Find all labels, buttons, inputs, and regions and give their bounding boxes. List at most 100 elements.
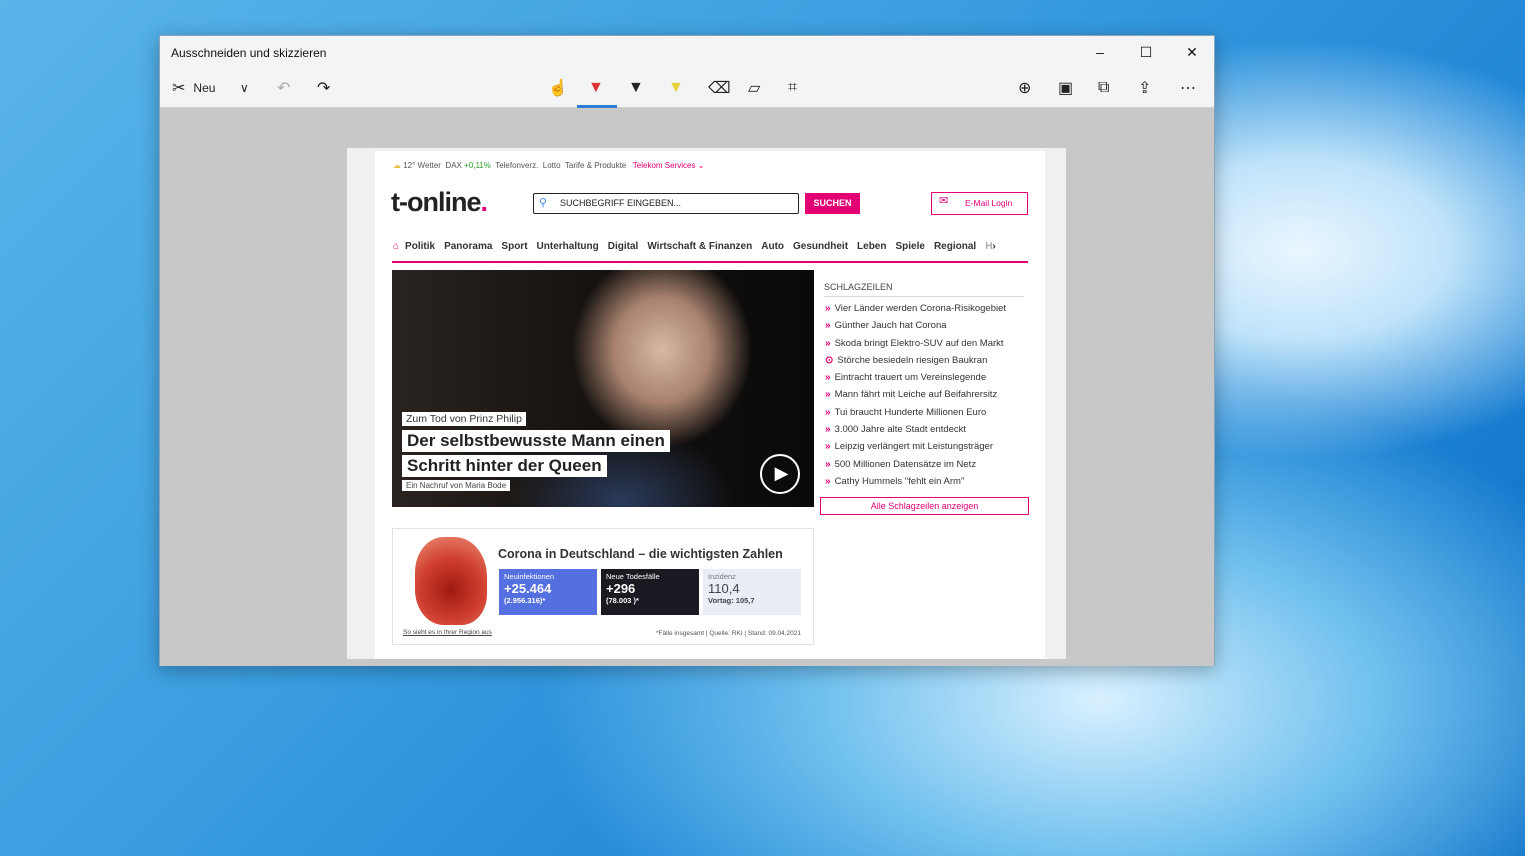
headline-item[interactable]: » Eintracht trauert um Vereinslegende [825,372,1006,389]
nav-item[interactable]: Leben [857,241,886,252]
nav-item[interactable]: Unterhaltung [537,241,599,252]
toolbar: ✂ Neu ∨ ↶ ↷ ☝ ▼ ▼ ▼ ⌫ ▱ ⌗ ⊕ ▣ ⧉ ⇪ ⋯ [160,68,1214,108]
headline-text: Tui braucht Hunderte Millionen Euro [834,406,987,418]
main-nav: ⌂ Politik Panorama Sport Unterhaltung Digital… [393,241,1029,252]
corona-widget: So sieht es in Ihrer Region aus Corona i… [392,528,814,645]
germany-map[interactable] [415,537,487,625]
corona-title: Corona in Deutschland – die wichtigsten … [498,547,783,561]
nav-item[interactable]: Wirtschaft & Finanzen [647,241,752,252]
double-chevron-icon: » [825,424,831,436]
headlines-title: SCHLAGZEILEN [824,282,893,292]
topbar-link[interactable]: Telefonverz. [495,161,538,170]
headline-text: 3.000 Jahre alte Stadt entdeckt [834,424,967,436]
stat-new-deaths: Neue Todesfälle +296 (78.003 )* [601,569,699,615]
copy-icon[interactable]: ⧉ [1098,76,1109,100]
title-bar: Ausschneiden und skizzieren – ☐ ✕ [160,36,1214,68]
hero-image[interactable]: Zum Tod von Prinz Philip Der selbstbewus… [392,270,814,507]
headline-item[interactable]: » Günther Jauch hat Corona [825,320,1006,337]
dax-value: +0,11% [464,161,491,170]
topbar-link[interactable]: Lotto [543,161,561,170]
pencil-icon[interactable]: ▼ [628,76,644,100]
search-button[interactable]: SUCHEN [805,193,860,214]
ruler-icon[interactable]: ▱ [748,76,760,100]
mail-icon: ✉ [939,195,949,207]
headline-item[interactable]: » Skoda bringt Elektro-SUV auf den Markt [825,338,1006,355]
headline-text: Günther Jauch hat Corona [834,320,947,332]
headline-text: Skoda bringt Elektro-SUV auf den Markt [834,337,1004,349]
double-chevron-icon: » [825,337,831,349]
nav-item[interactable]: Politik [405,241,435,252]
double-chevron-icon: » [825,303,831,314]
nav-item[interactable]: Spiele [895,241,924,252]
new-snip-button[interactable]: ✂ Neu [172,76,215,100]
dax-label[interactable]: DAX [445,161,461,170]
hero-title-line2[interactable]: Schritt hinter der Queen [402,455,607,477]
headline-item[interactable]: » 500 Millionen Datensätze im Netz [825,459,1006,476]
headlines-list: » Vier Länder werden Corona-Risikogebiet»… [825,303,1006,493]
headline-item[interactable]: ⊙ Störche besiedeln riesigen Baukran [825,355,1006,372]
ballpoint-pen-icon[interactable]: ▼ [588,76,604,100]
weather-icon: ☁ [393,161,401,170]
eraser-icon[interactable]: ⌫ [708,76,731,100]
hero-title-line1[interactable]: Der selbstbewusste Mann einen [402,430,670,452]
logo[interactable]: t-online. [391,187,488,218]
highlighter-icon[interactable]: ▼ [668,76,684,100]
close-button[interactable]: ✕ [1169,36,1215,68]
double-chevron-icon: » [825,389,831,401]
snip-sketch-window: Ausschneiden und skizzieren – ☐ ✕ ✂ Neu ∨… [159,35,1215,666]
headline-item[interactable]: » Cathy Hummels "fehlt ein Arm" [825,476,1006,493]
headline-text: Cathy Hummels "fehlt ein Arm" [834,475,965,487]
double-chevron-icon: » [825,372,831,384]
more-button[interactable]: ⋯ [1180,76,1196,100]
chevron-down-icon[interactable]: ∨ [240,76,249,100]
headline-item[interactable]: » Tui braucht Hunderte Millionen Euro [825,407,1006,424]
search-input[interactable]: SUCHBEGRIFF EINGEBEN... [533,193,799,214]
headline-text: Leipzig verlängert mit Leistungsträger [834,441,993,453]
window-title: Ausschneiden und skizzieren [171,46,327,60]
zoom-icon[interactable]: ⊕ [1018,76,1031,100]
double-chevron-icon: » [825,320,831,332]
double-chevron-icon: » [825,441,831,453]
headline-item[interactable]: » Leipzig verlängert mit Leistungsträger [825,441,1006,458]
play-icon[interactable]: ▶ [760,454,800,494]
region-map-link[interactable]: So sieht es in Ihrer Region aus [403,629,492,636]
share-icon[interactable]: ⇪ [1138,76,1151,100]
corona-source: *Fälle insgesamt | Quelle: RKI | Stand: … [655,630,801,637]
redo-icon[interactable]: ↷ [317,76,330,100]
headline-text: 500 Millionen Datensätze im Netz [834,458,977,470]
chevron-right-icon[interactable]: › [992,241,995,252]
headline-item[interactable]: » Vier Länder werden Corona-Risikogebiet [825,303,1006,320]
topbar-link[interactable]: Tarife & Produkte [565,161,626,170]
snip-icon: ✂ [172,80,186,97]
screenshot-image: ☁ 12° Wetter DAX +0,11% Telefonverz. Lot… [347,148,1066,659]
all-headlines-button[interactable]: Alle Schlagzeilen anzeigen [820,497,1029,515]
home-icon[interactable]: ⌂ [393,241,399,252]
nav-item[interactable]: Auto [761,241,784,252]
search-icon: ⚲ [539,197,548,209]
nav-item[interactable]: Sport [501,241,527,252]
telekom-services-link[interactable]: Telekom Services [633,161,696,170]
nav-item[interactable]: Regional [934,241,976,252]
headline-item[interactable]: » Mann fährt mit Leiche auf Beifahrersitz [825,389,1006,406]
headline-item[interactable]: » 3.000 Jahre alte Stadt entdeckt [825,424,1006,441]
headline-text: Mann fährt mit Leiche auf Beifahrersitz [834,389,998,401]
video-icon: ⊙ [825,354,834,366]
double-chevron-icon: » [825,458,831,470]
nav-item[interactable]: Digital [608,241,639,252]
weather-link[interactable]: 12° Wetter [403,161,441,170]
headline-text: Störche besiedeln riesigen Baukran [837,354,988,366]
headline-text: Vier Länder werden Corona-Risikogebiet [834,303,1007,314]
double-chevron-icon: » [825,406,831,418]
undo-icon[interactable]: ↶ [277,76,290,100]
nav-underline [392,261,1028,263]
nav-item[interactable]: Gesundheit [793,241,848,252]
crop-icon[interactable]: ⌗ [788,76,797,100]
hero-kicker[interactable]: Zum Tod von Prinz Philip [402,412,526,426]
save-icon[interactable]: ▣ [1058,76,1073,100]
touch-writing-icon[interactable]: ☝ [548,76,568,100]
canvas: ☁ 12° Wetter DAX +0,11% Telefonverz. Lot… [160,108,1214,666]
nav-item[interactable]: Panorama [444,241,492,252]
divider [824,296,1024,297]
minimize-button[interactable]: – [1077,36,1123,68]
maximize-button[interactable]: ☐ [1123,36,1169,68]
